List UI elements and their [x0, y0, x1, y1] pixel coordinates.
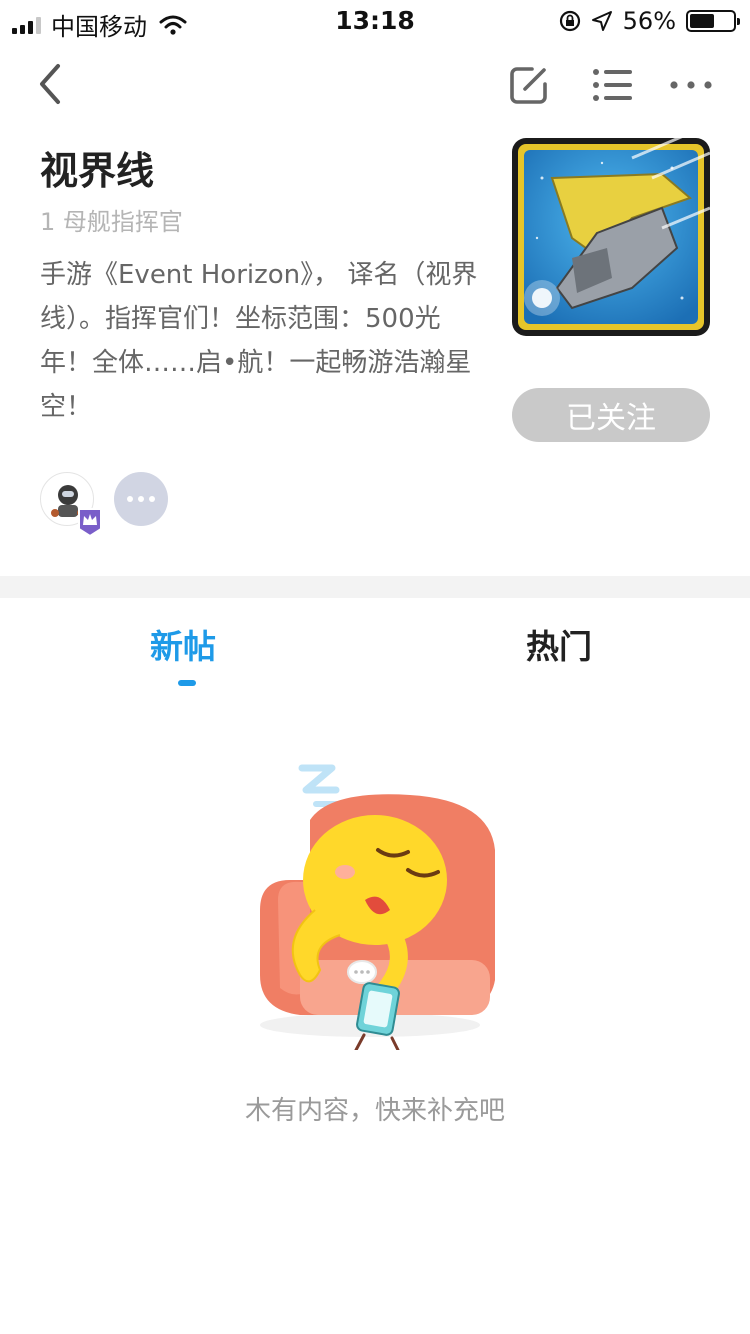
orientation-lock-icon — [559, 10, 580, 32]
sleeping-emoji-illustration — [260, 764, 495, 1050]
community-cover-image[interactable] — [512, 138, 710, 336]
battery-percent: 56% — [622, 7, 676, 35]
active-tab-indicator — [178, 680, 196, 686]
status-right: 56% — [559, 7, 740, 35]
follow-button[interactable]: 已关注 — [512, 388, 710, 442]
crown-badge-icon — [78, 508, 102, 537]
tab-hot[interactable]: 热门 — [526, 620, 592, 668]
battery-icon — [686, 10, 740, 32]
battery-fill — [690, 14, 714, 28]
page: 中国移动 13:18 56% 视界线 1 母舰指挥官 手游《Event Hori… — [0, 0, 750, 1334]
edit-icon[interactable] — [508, 64, 550, 106]
location-arrow-icon — [591, 11, 612, 31]
list-icon[interactable] — [590, 64, 634, 106]
spaceship-icon — [518, 138, 710, 330]
status-bar: 中国移动 13:18 56% — [0, 0, 750, 41]
community-title: 视界线 — [40, 149, 155, 193]
back-icon[interactable] — [30, 62, 74, 106]
empty-state-message: 木有内容，快来补充吧 — [244, 1096, 505, 1126]
more-icon[interactable] — [666, 64, 716, 106]
nav-bar — [0, 50, 750, 120]
community-description: 手游《Event Horizon》， 译名（视界线）。指挥官们！坐标范围：500… — [40, 260, 478, 422]
owner-avatar[interactable] — [40, 472, 102, 537]
tab-new-posts[interactable]: 新帖 — [150, 620, 216, 668]
section-divider — [0, 576, 750, 598]
member-count[interactable]: 1 母舰指挥官 — [40, 202, 183, 237]
more-members-button[interactable] — [114, 472, 168, 526]
